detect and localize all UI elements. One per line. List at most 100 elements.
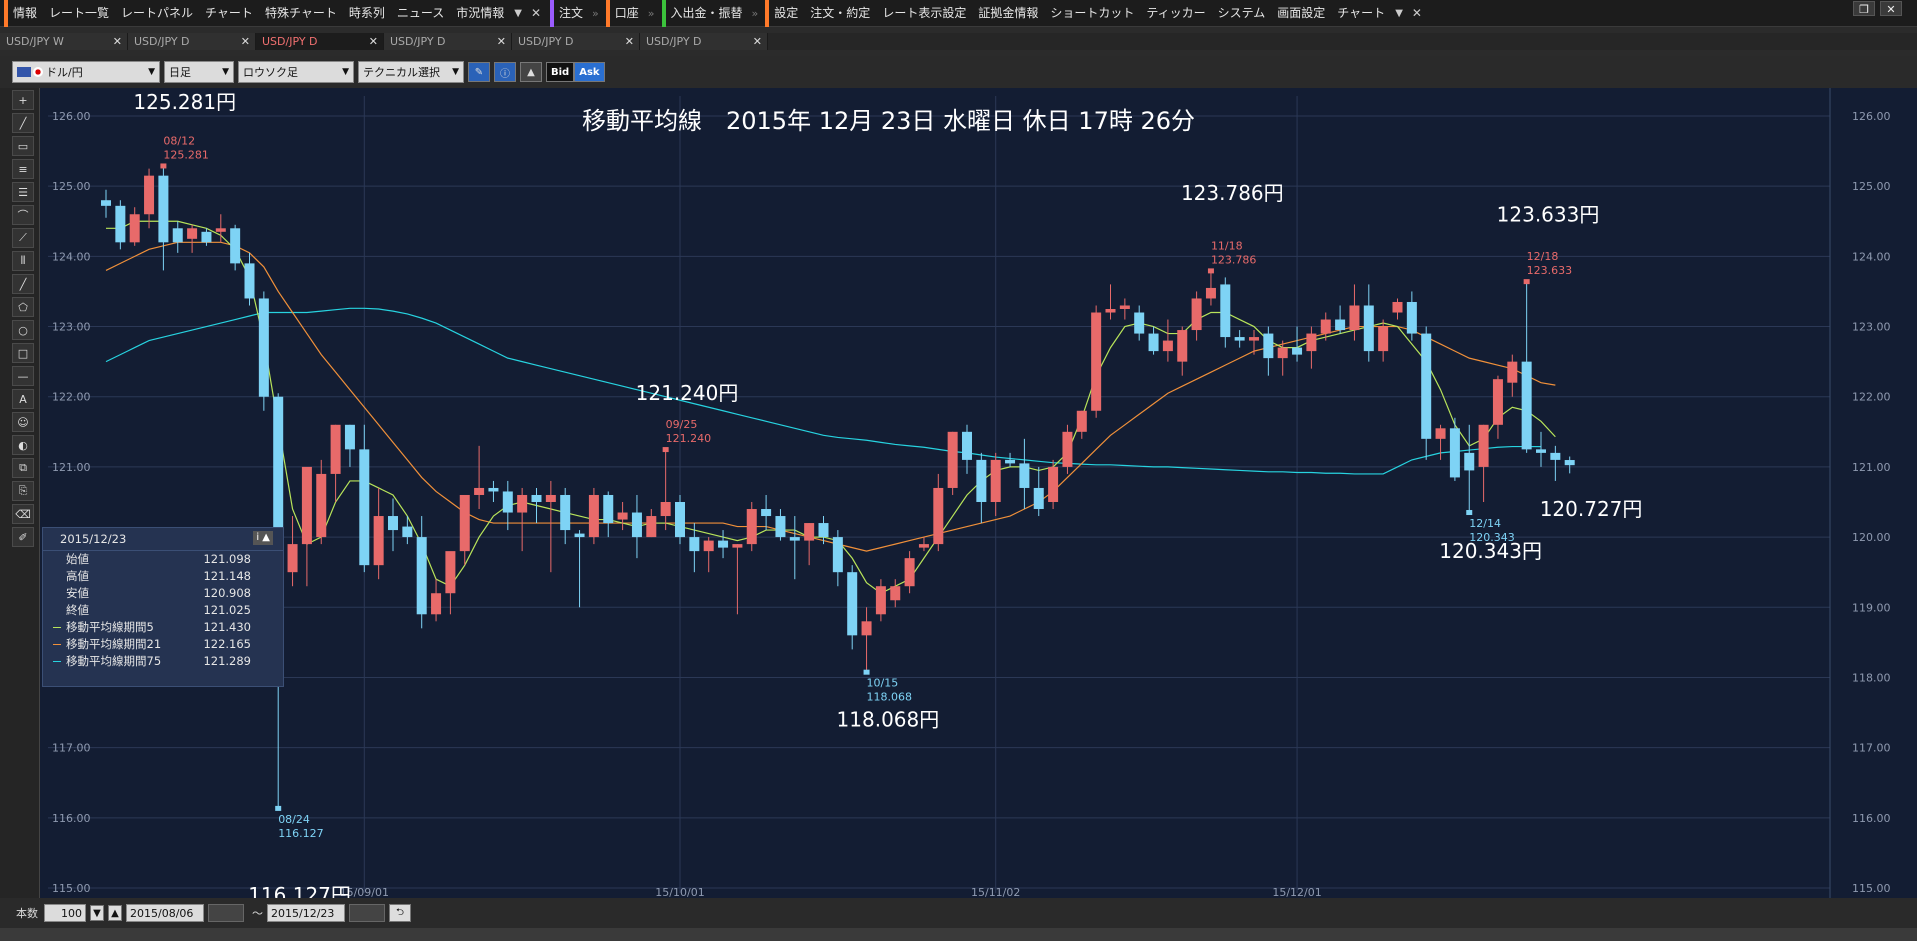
chart-tab[interactable]: USD/JPY W ✕ (0, 33, 128, 50)
ruler-icon[interactable]: ▭ (12, 136, 34, 156)
rectangle-icon[interactable]: □ (12, 343, 34, 363)
info-row: 安値 120.908 (43, 585, 283, 602)
extreme-marker (275, 805, 282, 811)
polygon-icon[interactable]: ⬠ (12, 297, 34, 317)
window-restore-icon[interactable]: ❐ (1853, 1, 1875, 16)
tab-close-icon[interactable]: ✕ (497, 33, 506, 50)
menu-item[interactable]: 注文・約定 (804, 0, 876, 27)
paste-icon[interactable]: ⎘ (12, 481, 34, 501)
hline-icon[interactable]: ≡ (12, 159, 34, 179)
tab-close-icon[interactable]: ✕ (625, 33, 634, 50)
menu-close-icon[interactable]: ✕ (1407, 6, 1427, 20)
price-annotation: 123.786円 (1181, 181, 1284, 205)
tab-close-icon[interactable]: ✕ (113, 33, 122, 50)
menu-item[interactable]: ニュース (391, 0, 450, 27)
technical-select[interactable]: テクニカル選択 ▼ (358, 61, 464, 83)
menu-item[interactable]: ショートカット (1044, 0, 1140, 27)
chart-tab[interactable]: USD/JPY D ✕ (512, 33, 640, 50)
candle-body (416, 537, 427, 615)
candle-body (732, 544, 743, 548)
menu-item[interactable]: レートパネル (115, 0, 199, 27)
from-time-input[interactable] (208, 904, 244, 922)
refresh-icon[interactable]: ⮌ (389, 904, 411, 922)
from-date-input[interactable]: 2015/08/06 (126, 904, 204, 922)
ask-button[interactable]: Ask (574, 62, 605, 82)
menu-dropdown-icon[interactable]: ▼ (510, 8, 526, 19)
y-tick-label-left: 123.00 (52, 321, 91, 334)
menu-item[interactable]: 設定 (765, 0, 804, 27)
chevron-down-icon: ▼ (452, 67, 459, 77)
count-down-icon[interactable]: ▼ (90, 905, 104, 921)
to-time-input[interactable] (349, 904, 385, 922)
menu-dropdown-icon[interactable]: ▼ (1391, 8, 1407, 19)
candle-body (1378, 326, 1389, 352)
chart-area[interactable]: 115.00 115.00 116.00 116.00 117.00 117.00 118.… (40, 88, 1917, 898)
candle-body (301, 466, 312, 545)
menu-item[interactable]: 画面設定 (1271, 0, 1331, 27)
candle-body (1349, 305, 1360, 331)
chart-tab[interactable]: USD/JPY D ✕ (128, 33, 256, 50)
info-icon[interactable]: ⓘ (494, 62, 516, 82)
fibo-arc-icon[interactable]: ⌒ (12, 205, 34, 225)
chart-title: 移動平均線 2015年 12月 23日 水曜日 休日 17時 26分 (582, 107, 1195, 135)
series-marker (53, 576, 61, 577)
window-close-icon[interactable]: ✕ (1880, 1, 1902, 16)
draw-pen-icon[interactable]: ✎ (468, 62, 490, 82)
crosshair-icon[interactable]: + (12, 90, 34, 110)
copy-icon[interactable]: ⧉ (12, 458, 34, 478)
gann-icon[interactable]: ╱ (12, 274, 34, 294)
hline2-icon[interactable]: — (12, 366, 34, 386)
menu-item[interactable]: 口座 (605, 0, 645, 27)
extreme-date-label: 08/24 (278, 813, 310, 826)
menu-expand-icon[interactable]: » (589, 7, 602, 20)
info-collapse-icon[interactable]: i ▲ (253, 531, 273, 545)
extreme-date-label: 12/14 (1469, 517, 1501, 530)
tab-close-icon[interactable]: ✕ (369, 33, 378, 50)
text-icon[interactable]: A (12, 389, 34, 409)
menu-item[interactable]: チャート (1331, 0, 1391, 27)
erase-all-icon[interactable]: ✐ (12, 527, 34, 547)
circle-icon[interactable]: ○ (12, 320, 34, 340)
to-date-input[interactable]: 2015/12/23 (267, 904, 345, 922)
menu-item[interactable]: 証拠金情報 (972, 0, 1044, 27)
channel-icon[interactable]: ☰ (12, 182, 34, 202)
candle-body (101, 200, 111, 206)
period-select[interactable]: 日足 ▼ (164, 61, 234, 83)
chart-style-select[interactable]: ロウソク足 ▼ (238, 61, 354, 83)
fibo-fan-icon[interactable]: ⟋ (12, 228, 34, 248)
chart-tab[interactable]: USD/JPY D ✕ (384, 33, 512, 50)
menu-item[interactable]: 入出金・振替 (661, 0, 749, 27)
menu-expand-icon[interactable]: » (645, 7, 658, 20)
candle-body (660, 502, 671, 517)
menu-item[interactable]: チャート (199, 0, 259, 27)
menu-item[interactable]: システム (1212, 0, 1272, 27)
chart-tab[interactable]: USD/JPY D ✕ (640, 33, 768, 50)
chart-tab[interactable]: USD/JPY D ✕ (256, 33, 384, 50)
menu-item[interactable]: 注文 (550, 0, 589, 27)
count-up-icon[interactable]: ▲ (108, 905, 122, 921)
bar-count-input[interactable]: 100 (44, 904, 86, 922)
menu-item[interactable]: レート一覧 (43, 0, 115, 27)
menu-item[interactable]: ティッカー (1140, 0, 1211, 27)
bid-button[interactable]: Bid (546, 62, 575, 82)
menu-item[interactable]: 時系列 (343, 0, 391, 27)
fibo-time-icon[interactable]: ⦀ (12, 251, 34, 271)
stamp-icon[interactable]: ☺ (12, 412, 34, 432)
menu-expand-icon[interactable]: » (749, 7, 762, 20)
tab-close-icon[interactable]: ✕ (241, 33, 250, 50)
volume-profile-icon[interactable]: ▲ (520, 62, 542, 82)
menu-close-icon[interactable]: ✕ (526, 6, 546, 20)
x-tick-label: 15/12/01 (1272, 886, 1321, 898)
trendline-icon[interactable]: ╱ (12, 113, 34, 133)
currency-pair-label: ドル/円 (46, 66, 83, 79)
select-icon[interactable]: ◐ (12, 435, 34, 455)
candle-body (172, 228, 183, 243)
menu-item[interactable]: 特殊チャート (259, 0, 343, 27)
menu-item[interactable]: 市況情報 (450, 0, 510, 27)
eraser-icon[interactable]: ⌫ (12, 504, 34, 524)
tab-close-icon[interactable]: ✕ (753, 33, 762, 50)
menu-item[interactable]: 情報 (4, 0, 43, 27)
menu-item[interactable]: レート表示設定 (876, 0, 972, 27)
candle-body (947, 431, 958, 488)
currency-pair-select[interactable]: ドル/円 ▼ (12, 61, 160, 83)
